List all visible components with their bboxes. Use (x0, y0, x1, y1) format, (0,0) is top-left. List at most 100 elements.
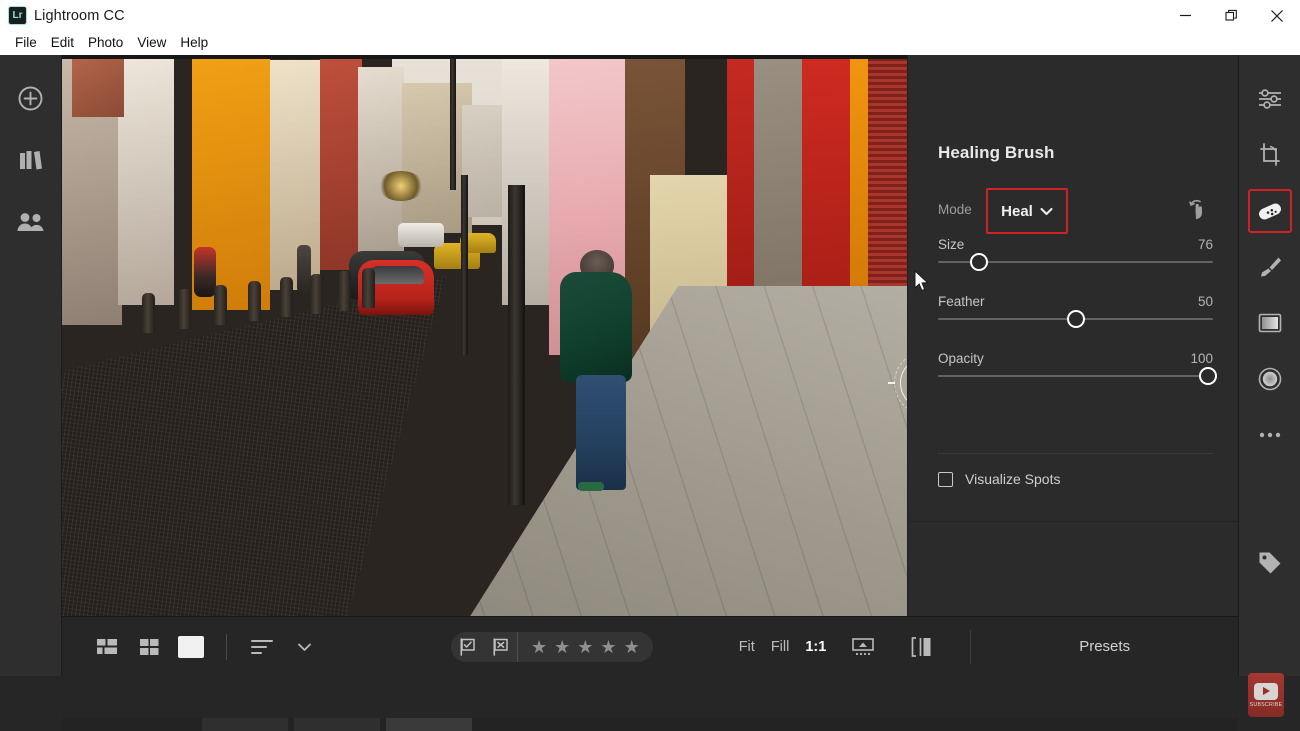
photo-pedestrian-left (297, 245, 311, 293)
youtube-subscribe-watermark[interactable]: SUBSCRIBE (1248, 673, 1284, 717)
bottom-separator-1 (226, 633, 227, 660)
app-logo-text: Lr (12, 9, 23, 21)
window-title-bar: Lr Lightroom CC (0, 0, 1300, 31)
photo-lamp-head (378, 171, 424, 201)
single-photo-swatch (178, 635, 204, 658)
flag-rejected-icon[interactable] (484, 632, 517, 662)
youtube-subscribe-label: SUBSCRIBE (1249, 701, 1283, 708)
photo-content (62, 55, 907, 616)
photo-lamp-post-far (461, 175, 468, 355)
opacity-slider-thumb[interactable] (1198, 367, 1217, 385)
filmstrip-edge[interactable] (62, 718, 1238, 731)
zoom-fit-button[interactable]: Fit (739, 639, 755, 655)
minimize-button[interactable] (1162, 0, 1208, 31)
flag-picked-icon[interactable] (451, 632, 484, 662)
feather-slider-thumb[interactable] (1066, 310, 1085, 328)
mouse-cursor (914, 269, 930, 292)
right-sidebar-tools (1238, 55, 1300, 676)
photo-bollard (248, 281, 261, 321)
restore-button[interactable] (1208, 0, 1254, 31)
building-left-red-small (320, 55, 362, 270)
single-photo-icon[interactable] (174, 629, 208, 665)
sort-icon[interactable] (245, 629, 279, 665)
menu-item-photo[interactable]: Photo (81, 34, 130, 52)
photo-bollard (280, 277, 293, 317)
photo-top-edge (62, 55, 907, 59)
photo-utility-pole-right (450, 55, 456, 190)
opacity-slider-track[interactable] (938, 375, 1213, 377)
add-photos-icon[interactable] (11, 81, 51, 115)
star-icon[interactable]: ★ (531, 638, 547, 656)
grid-view-icon[interactable] (132, 629, 166, 665)
zoom-fill-button[interactable]: Fill (771, 639, 790, 655)
photo-man-jacket (560, 272, 632, 382)
size-slider-value: 76 (1197, 237, 1213, 252)
panel-bottom-divider (908, 521, 1239, 522)
photo-man-shoe (578, 482, 604, 491)
feather-slider-value: 50 (1197, 294, 1213, 309)
filter-flags-and-stars: ★ ★ ★ ★ ★ (451, 631, 653, 662)
menu-item-view[interactable]: View (130, 34, 173, 52)
mode-label: Mode (938, 202, 972, 217)
bottom-toolbar: ★ ★ ★ ★ ★ Fit Fill 1:1 Presets (62, 616, 1238, 676)
size-slider-label: Size (938, 237, 965, 252)
more-options-icon[interactable] (1248, 413, 1292, 457)
zoom-controls: Fit Fill 1:1 (739, 629, 943, 665)
tool-options-panel: Healing Brush Mode Heal Size 76 Feather … (907, 55, 1239, 676)
visualize-spots-label: Visualize Spots (965, 471, 1061, 487)
mode-selected-value: Heal (1001, 202, 1033, 220)
photo-bollard (214, 285, 227, 325)
close-button[interactable] (1254, 0, 1300, 31)
photo-image[interactable] (62, 55, 907, 616)
radial-gradient-icon[interactable] (1248, 357, 1292, 401)
shared-people-icon[interactable] (11, 205, 51, 239)
compare-grid-icon[interactable] (90, 629, 124, 665)
zoom-1to1-button[interactable]: 1:1 (805, 639, 826, 655)
photo-man-jeans (576, 375, 626, 490)
sort-chevron-down-icon[interactable] (287, 629, 321, 665)
reset-gesture-icon[interactable] (1185, 196, 1213, 224)
brush-tick-left (888, 382, 895, 384)
presets-button[interactable]: Presets (971, 638, 1238, 655)
star-icon[interactable]: ★ (554, 638, 570, 656)
visualize-spots-row[interactable]: Visualize Spots (938, 471, 1060, 487)
filmstrip-thumbnail (386, 718, 472, 731)
photo-lamp-post-main (508, 185, 525, 505)
chevron-down-icon (1040, 207, 1053, 216)
photo-bollard (338, 271, 351, 311)
keywords-tag-icon[interactable] (1248, 541, 1292, 585)
star-icon[interactable]: ★ (600, 638, 616, 656)
visualize-spots-checkbox[interactable] (938, 471, 953, 487)
filmstrip-thumbnail (202, 718, 288, 731)
menu-item-help[interactable]: Help (173, 34, 215, 52)
menu-item-edit[interactable]: Edit (44, 34, 81, 52)
crop-icon[interactable] (1248, 133, 1292, 177)
opacity-slider-value: 100 (1190, 351, 1213, 366)
edit-sliders-icon[interactable] (1248, 77, 1292, 121)
photo-bollard (178, 289, 191, 329)
brush-icon[interactable] (1248, 245, 1292, 289)
mode-row: Mode Heal (938, 188, 1213, 234)
healing-brush-icon[interactable] (1247, 189, 1292, 233)
library-icon[interactable] (11, 143, 51, 177)
photo-motorcyclist (194, 247, 216, 297)
linear-gradient-icon[interactable] (1248, 301, 1292, 345)
star-icon[interactable]: ★ (624, 638, 640, 656)
youtube-play-icon (1254, 682, 1278, 700)
photo-white-truck (398, 223, 444, 247)
photo-bollard (362, 268, 375, 308)
star-rating-filter[interactable]: ★ ★ ★ ★ ★ (518, 638, 653, 656)
fit-to-screen-icon[interactable] (846, 629, 880, 665)
photo-bollard (310, 274, 323, 314)
lightroom-app-window: Lr Lightroom CC File Edit Photo View Hel… (0, 0, 1300, 731)
size-slider-thumb[interactable] (970, 253, 989, 271)
star-icon[interactable]: ★ (577, 638, 593, 656)
menu-item-file[interactable]: File (8, 34, 44, 52)
left-sidebar (0, 55, 62, 676)
photo-walking-man (554, 250, 636, 491)
app-logo-icon: Lr (9, 7, 26, 24)
photo-canvas[interactable] (62, 55, 907, 676)
before-after-icon[interactable] (904, 629, 938, 665)
filmstrip-thumbnail (294, 718, 380, 731)
mode-dropdown[interactable]: Heal (986, 188, 1068, 234)
